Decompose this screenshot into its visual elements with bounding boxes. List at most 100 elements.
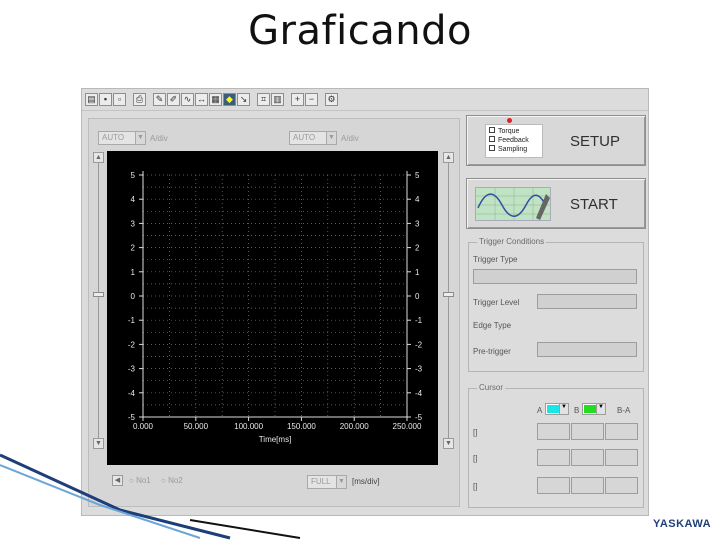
cursor-ba-label: B-A — [617, 406, 631, 415]
y-tick-label-left: -1 — [128, 316, 136, 325]
cursor-b-value-1 — [571, 423, 604, 440]
y-tick-label-left: 1 — [131, 268, 136, 277]
edit-icon[interactable]: ✐ — [167, 93, 180, 106]
y-tick-label-right: -5 — [415, 413, 423, 422]
settings-icon[interactable]: ⚙ — [325, 93, 338, 106]
start-button[interactable]: START — [466, 178, 646, 229]
y-tick-label-left: -4 — [128, 389, 136, 398]
save-as-icon[interactable]: ▫ — [113, 93, 126, 106]
x-tick-label: 200.000 — [340, 422, 369, 431]
check-sampling-label: Sampling — [498, 146, 528, 153]
y-tick-label-left: 3 — [131, 219, 136, 228]
x-tick-label: 100.000 — [234, 422, 263, 431]
draw-icon[interactable]: ✎ — [153, 93, 166, 106]
y-tick-label-right: -2 — [415, 340, 423, 349]
trigger-conditions-title: Trigger Conditions — [477, 237, 547, 246]
scroll-down-icon[interactable]: ▼ — [93, 438, 104, 449]
left-scale-select[interactable]: AUTO ▼ — [98, 131, 146, 145]
scroll-up-icon[interactable]: ▲ — [443, 152, 454, 163]
chevron-down-icon: ▼ — [135, 132, 145, 144]
scroll-down-icon[interactable]: ▼ — [443, 438, 454, 449]
chart-icon[interactable]: ▥ — [271, 93, 284, 106]
y-tick-label-left: -5 — [128, 413, 136, 422]
y-tick-label-left: 2 — [131, 244, 136, 253]
x-tick-label: 0.000 — [133, 422, 154, 431]
right-scale-unit: A/div — [341, 134, 359, 143]
cursor-b-color-select[interactable]: ▼ — [582, 403, 606, 415]
y-tick-label-left: 5 — [131, 171, 136, 180]
color-icon[interactable]: ◆ — [223, 93, 236, 106]
pre-trigger-label: Pre-trigger — [473, 347, 511, 356]
cursor-a-swatch — [547, 405, 559, 413]
trend-icon[interactable]: ↘ — [237, 93, 250, 106]
y-tick-label-right: -3 — [415, 365, 423, 374]
open-icon[interactable]: ▤ — [85, 93, 98, 106]
right-scale-select[interactable]: AUTO ▼ — [289, 131, 337, 145]
slide-title: Graficando — [248, 8, 472, 54]
trigger-type-field[interactable] — [473, 269, 637, 284]
chevron-down-icon: ▼ — [596, 404, 605, 414]
cursor-a-value-1 — [537, 423, 570, 440]
pre-trigger-field[interactable] — [537, 342, 637, 357]
y-tick-label-left: 4 — [131, 195, 136, 204]
oscilloscope-graph[interactable]: 5 54 43 32 21 10 0-1 -1-2 -2-3 -3-4 -4-5 -50.000 50.… — [107, 151, 438, 465]
x-tick-label: 150.000 — [287, 422, 316, 431]
measure-icon[interactable]: ↔ — [195, 93, 208, 106]
status-indicator-dot — [507, 118, 512, 123]
y-tick-label-right: 0 — [415, 292, 420, 301]
y-tick-label-left: -3 — [128, 365, 136, 374]
setup-checkbox-panel: Torque Feedback Sampling — [485, 124, 543, 158]
left-vertical-scrollbar[interactable]: ▲ ▼ — [93, 152, 104, 449]
right-scale-value: AUTO — [293, 133, 316, 142]
print-icon[interactable]: ⎙ — [133, 93, 146, 106]
cursor-row-1-label: [] — [473, 428, 478, 437]
cursor-a-label: A — [537, 406, 543, 415]
check-torque[interactable]: Torque — [489, 127, 539, 136]
right-scroll-thumb[interactable] — [443, 292, 454, 297]
y-tick-label-right: 3 — [415, 219, 420, 228]
left-scale-unit: A/div — [150, 134, 168, 143]
y-tick-label-right: 1 — [415, 268, 420, 277]
y-tick-label-left: 0 — [131, 292, 136, 301]
fft-icon[interactable]: ⌗ — [257, 93, 270, 106]
checkbox-icon — [489, 127, 495, 133]
edge-type-label: Edge Type — [473, 321, 512, 330]
waveform-icon[interactable]: ∿ — [181, 93, 194, 106]
zoom-in-icon[interactable]: + — [291, 93, 304, 106]
x-tick-label: 50.000 — [184, 422, 209, 431]
brand-logo: YASKAWA — [653, 518, 712, 530]
zoom-out-icon[interactable]: − — [305, 93, 318, 106]
table-icon[interactable]: ▦ — [209, 93, 222, 106]
trigger-level-label: Trigger Level — [473, 298, 520, 307]
toolbar: ▤ ▪ ▫ ⎙ ✎ ✐ ∿ ↔ ▦ ◆ ↘ ⌗ ▥ + − ⚙ — [82, 89, 648, 111]
setup-button[interactable]: Torque Feedback Sampling SETUP — [466, 115, 646, 166]
scroll-up-icon[interactable]: ▲ — [93, 152, 104, 163]
chevron-down-icon: ▼ — [326, 132, 336, 144]
check-feedback-label: Feedback — [498, 137, 529, 144]
decorative-swoosh — [0, 453, 301, 540]
y-tick-label-right: -4 — [415, 389, 423, 398]
cursor-ba-value-1 — [605, 423, 638, 440]
check-torque-label: Torque — [498, 128, 520, 135]
left-scale-value: AUTO — [102, 133, 125, 142]
trigger-level-field[interactable] — [537, 294, 637, 309]
trigger-conditions-group: Trigger Conditions Trigger Type Trigger … — [468, 237, 644, 372]
cursor-a-color-select[interactable]: ▼ — [545, 403, 569, 415]
left-scroll-thumb[interactable] — [93, 292, 104, 297]
x-tick-label: 250.000 — [393, 422, 422, 431]
y-tick-label-right: -1 — [415, 316, 423, 325]
check-feedback[interactable]: Feedback — [489, 136, 539, 145]
save-icon[interactable]: ▪ — [99, 93, 112, 106]
plot-area: AUTO ▼ A/div AUTO ▼ A/div ▲ ▼ ▲ ▼ 5 5 4 4 3 3… — [88, 118, 460, 507]
right-vertical-scrollbar[interactable]: ▲ ▼ — [443, 152, 454, 449]
start-label: START — [570, 196, 618, 213]
checkbox-icon — [489, 136, 495, 142]
trigger-type-label: Trigger Type — [473, 255, 518, 264]
cursor-b-label: B — [574, 406, 580, 415]
checkbox-icon — [489, 145, 495, 151]
y-tick-label-right: 2 — [415, 244, 420, 253]
waveform-thumbnail-icon — [475, 187, 551, 221]
y-tick-label-left: -2 — [128, 340, 136, 349]
setup-label: SETUP — [570, 133, 621, 150]
check-sampling[interactable]: Sampling — [489, 145, 539, 154]
